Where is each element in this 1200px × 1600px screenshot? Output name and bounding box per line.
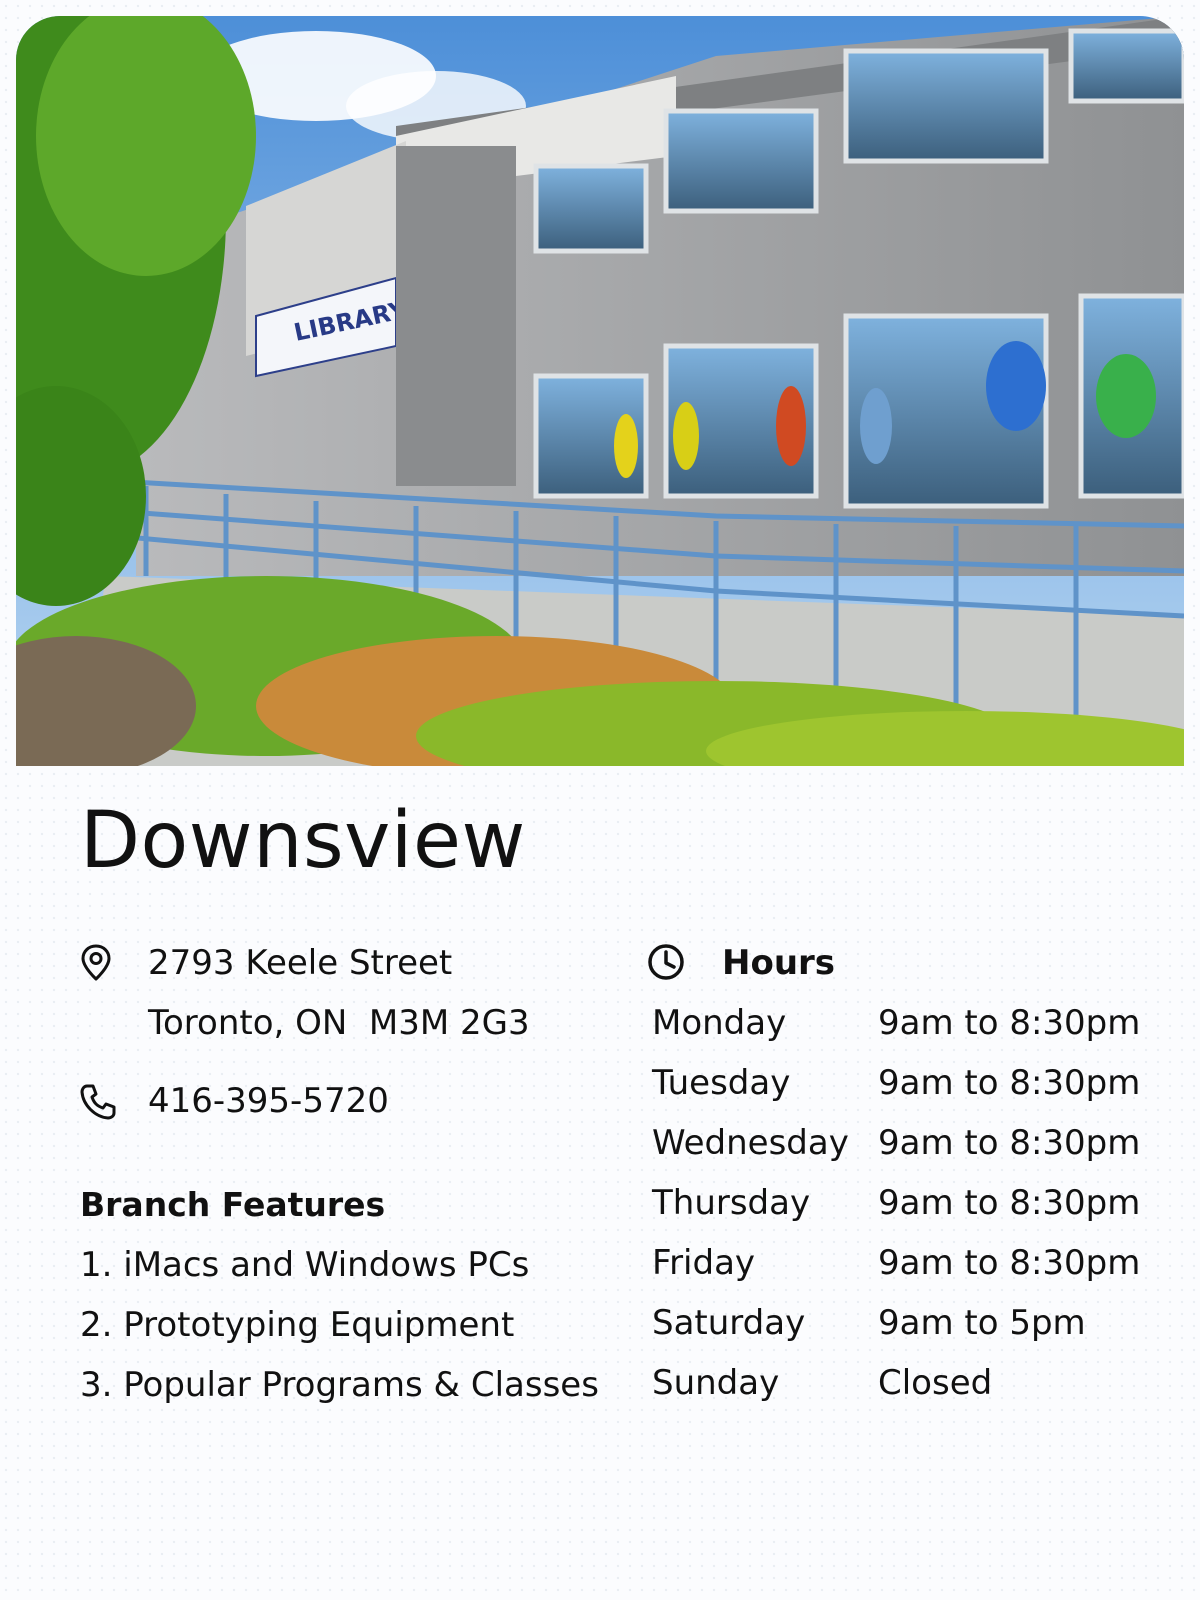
map-pin-icon: [81, 944, 111, 981]
phone-icon: [80, 1084, 116, 1120]
branch-card: LIBRARY Downsview 2793 Keele Street Toro…: [0, 0, 1200, 1600]
library-photo: LIBRARY: [16, 16, 1184, 766]
hours-row: Saturday 9am to 5pm: [652, 1306, 1132, 1366]
branch-title: Downsview: [80, 796, 526, 886]
hours-row: Friday 9am to 8:30pm: [652, 1243, 1140, 1306]
clock-icon: [648, 944, 684, 980]
hours-row: Monday 9am to 8:30pm: [652, 1003, 1140, 1066]
hours-time: 9am to 8:30pm: [878, 1003, 1141, 1043]
phone-number[interactable]: 416-395-5720: [148, 1084, 389, 1118]
hours-day: Tuesday: [652, 1063, 791, 1103]
hours-day: Friday: [652, 1243, 756, 1283]
hours-time: 9am to 8:30pm: [878, 1063, 1141, 1103]
hours-row: Tuesday 9am to 8:30pm: [652, 1063, 1140, 1126]
hours-time: 9am to 8:30pm: [878, 1243, 1141, 1283]
feature-item: 1. iMacs and Windows PCs: [80, 1245, 530, 1285]
hours-row: Thursday 9am to 8:30pm: [652, 1183, 1140, 1246]
hours-time: 9am to 8:30pm: [878, 1123, 1141, 1163]
hours-day: Sunday: [652, 1363, 780, 1403]
feature-item: 2. Prototyping Equipment: [80, 1305, 515, 1345]
features-list: 1. iMacs and Windows PCs 2. Prototyping …: [80, 1248, 599, 1428]
feature-item: 3. Popular Programs & Classes: [80, 1365, 599, 1405]
hours-time: 9am to 5pm: [878, 1303, 1086, 1343]
features-heading: Branch Features: [80, 1185, 386, 1224]
hours-day: Wednesday: [652, 1123, 849, 1163]
hours-time: Closed: [878, 1363, 993, 1403]
hours-time: 9am to 8:30pm: [878, 1183, 1141, 1223]
address-line-1: 2793 Keele Street: [148, 943, 453, 983]
hours-day: Saturday: [652, 1303, 806, 1343]
hours-heading: Hours: [722, 943, 836, 983]
hours-row: Wednesday 9am to 8:30pm: [652, 1123, 1140, 1186]
hours-table: Monday 9am to 8:30pm Tuesday 9am to 8:30…: [652, 1003, 1140, 1426]
hours-row: Sunday Closed: [652, 1366, 1132, 1426]
hours-day: Monday: [652, 1003, 787, 1043]
address-line-2: Toronto, ON M3M 2G3: [148, 1003, 530, 1043]
hours-day: Thursday: [652, 1183, 811, 1223]
